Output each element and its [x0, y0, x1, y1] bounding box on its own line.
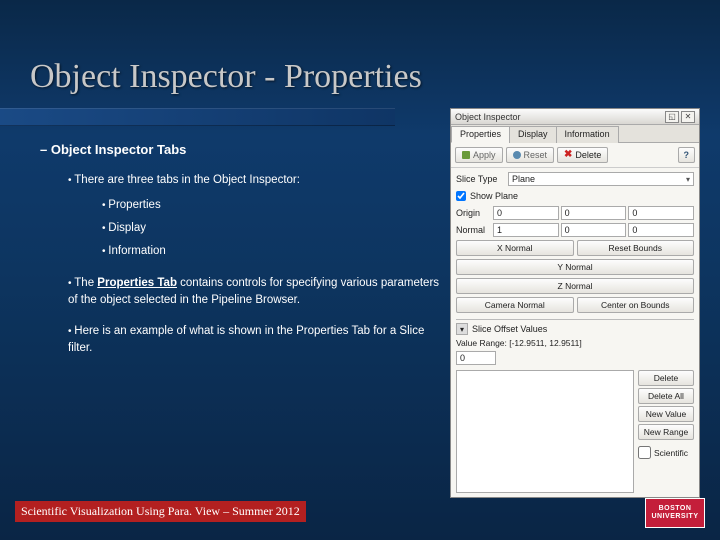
content-heading: Object Inspector Tabs [40, 140, 440, 160]
scientific-input[interactable] [638, 446, 651, 459]
delete-button[interactable]: ✖Delete [557, 147, 608, 163]
normal-z-input[interactable]: 0 [628, 223, 694, 237]
panel-titlebar: Object Inspector ◱ ✕ [451, 109, 699, 125]
tab-display[interactable]: Display [509, 126, 557, 143]
show-plane-input[interactable] [456, 191, 466, 201]
panel-tabs: Properties Display Information [451, 125, 699, 143]
new-range-button[interactable]: New Range [638, 424, 694, 440]
tab-information[interactable]: Information [556, 126, 619, 143]
new-value-button[interactable]: New Value [638, 406, 694, 422]
origin-y-input[interactable]: 0 [561, 206, 627, 220]
normal-x-input[interactable]: 1 [493, 223, 559, 237]
tab-properties[interactable]: Properties [451, 126, 510, 143]
x-normal-button[interactable]: X Normal [456, 240, 574, 256]
slide-content: Object Inspector Tabs There are three ta… [40, 140, 440, 366]
y-normal-button[interactable]: Y Normal [456, 259, 694, 275]
panel-body: Slice Type Plane Show Plane Origin 0 0 0… [451, 168, 699, 497]
list-delete-button[interactable]: Delete [638, 370, 694, 386]
center-bounds-button[interactable]: Center on Bounds [577, 297, 695, 313]
properties-tab-name: Properties Tab [97, 277, 177, 289]
bu-logo: BOSTON UNIVERSITY [645, 498, 705, 528]
object-inspector-panel: Object Inspector ◱ ✕ Properties Display … [450, 108, 700, 498]
slice-type-select[interactable]: Plane [508, 172, 694, 186]
slide-title: Object Inspector - Properties [30, 58, 422, 96]
value-range-label: Value Range: [-12.9511, 12.9511] [456, 338, 694, 348]
check-icon [462, 151, 470, 159]
scientific-checkbox[interactable]: Scientific [638, 446, 694, 459]
z-normal-button[interactable]: Z Normal [456, 278, 694, 294]
slice-offset-section[interactable]: Slice Offset Values [456, 319, 694, 335]
delete-icon: ✖ [564, 151, 572, 159]
tab-bullet-information: Information [102, 243, 440, 260]
reset-icon [513, 151, 521, 159]
intro-bullet: There are three tabs in the Object Inspe… [68, 172, 440, 189]
values-listbox[interactable] [456, 370, 634, 493]
para2: The Properties Tab contains controls for… [68, 275, 440, 310]
slice-type-label: Slice Type [456, 174, 504, 184]
apply-button[interactable]: Apply [455, 147, 503, 163]
panel-toolbar: Apply Reset ✖Delete ? [451, 143, 699, 168]
value-input[interactable]: 0 [456, 351, 496, 365]
list-delete-all-button[interactable]: Delete All [638, 388, 694, 404]
origin-x-input[interactable]: 0 [493, 206, 559, 220]
tab-bullet-properties: Properties [102, 197, 440, 214]
footer-label: Scientific Visualization Using Para. Vie… [15, 501, 306, 522]
close-button[interactable]: ✕ [681, 111, 695, 123]
reset-button[interactable]: Reset [506, 147, 555, 163]
normal-label: Normal [456, 225, 491, 235]
normal-y-input[interactable]: 0 [561, 223, 627, 237]
reset-bounds-button[interactable]: Reset Bounds [577, 240, 695, 256]
camera-normal-button[interactable]: Camera Normal [456, 297, 574, 313]
title-underline [0, 108, 395, 126]
show-plane-checkbox[interactable]: Show Plane [456, 191, 694, 201]
para3: Here is an example of what is shown in t… [68, 323, 440, 358]
help-button[interactable]: ? [678, 147, 696, 163]
undock-button[interactable]: ◱ [665, 111, 679, 123]
tab-bullet-display: Display [102, 220, 440, 237]
origin-label: Origin [456, 208, 491, 218]
origin-z-input[interactable]: 0 [628, 206, 694, 220]
panel-title: Object Inspector [455, 112, 663, 122]
